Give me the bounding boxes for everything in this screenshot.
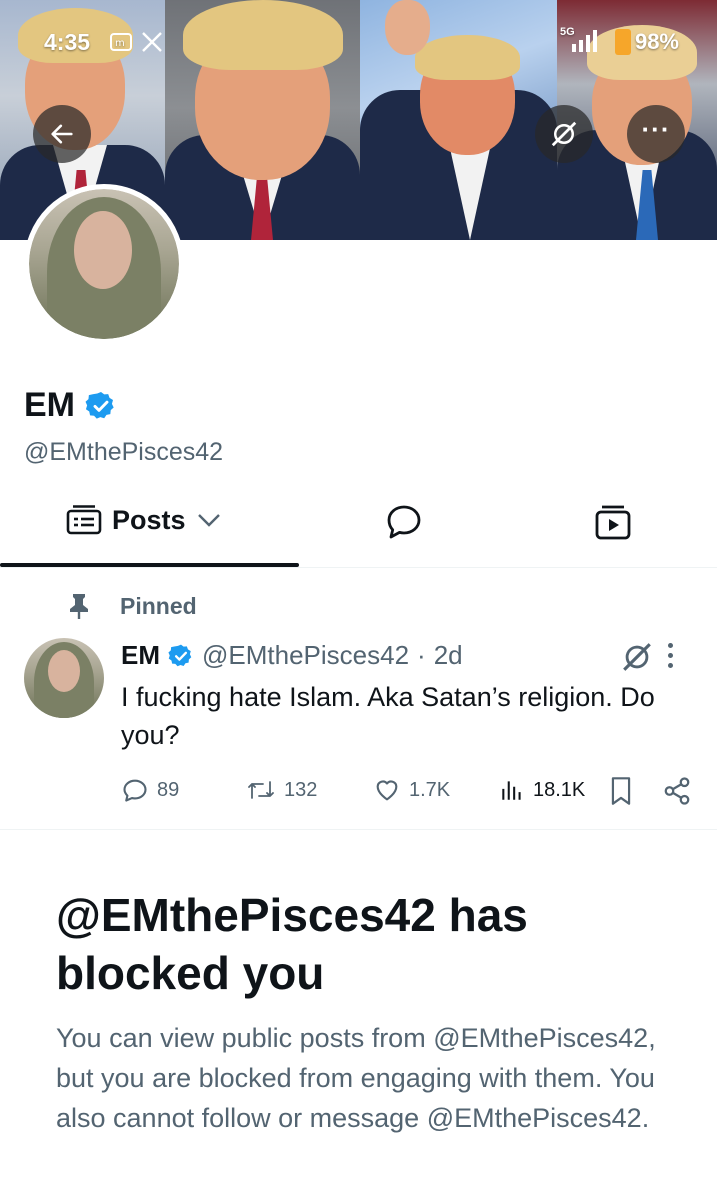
reply-icon	[123, 779, 147, 802]
chevron-down-icon	[197, 514, 220, 527]
grok-icon	[551, 121, 577, 147]
post-author-name[interactable]: EM	[121, 640, 160, 671]
post-separator: ·	[417, 640, 426, 670]
tab-active-indicator	[0, 563, 299, 567]
views-icon	[502, 781, 521, 800]
profile-name-row: EM	[24, 386, 117, 425]
post-grok-button[interactable]	[620, 640, 654, 679]
profile-display-name: EM	[24, 386, 75, 424]
post-more-button[interactable]	[668, 638, 673, 673]
post-timestamp[interactable]: 2d	[434, 640, 463, 671]
grok-icon	[623, 643, 651, 671]
media-tab-icon	[595, 505, 631, 540]
verified-badge-icon[interactable]	[168, 643, 194, 669]
battery-icon	[614, 29, 631, 55]
reply-bubble-icon	[387, 505, 421, 539]
more-options-button[interactable]: ···	[627, 105, 685, 163]
posts-tab-icon	[66, 505, 102, 535]
reply-button[interactable]: 89	[121, 776, 179, 804]
profile-tabs: Posts	[0, 488, 717, 568]
like-count: 1.7K	[409, 778, 451, 801]
tab-replies[interactable]	[384, 502, 424, 547]
like-button[interactable]: 1.7K	[373, 776, 450, 804]
like-icon	[376, 780, 398, 801]
status-time: 4:35	[44, 29, 91, 55]
blocked-description: You can view public posts from @EMthePis…	[56, 1023, 656, 1133]
back-arrow-icon	[51, 124, 73, 144]
post-actions: 89 132 1.7K 18.1K	[121, 776, 696, 810]
more-icon	[668, 643, 673, 668]
post-author-handle[interactable]: @EMthePisces42	[202, 640, 409, 671]
blocked-title: @EMthePisces42 has blocked you	[56, 889, 528, 999]
signal-icon	[572, 30, 597, 52]
tab-posts[interactable]: Posts	[66, 504, 222, 536]
post-divider	[0, 829, 717, 830]
battery-indicator: 98%	[614, 29, 679, 55]
tab-media[interactable]	[594, 502, 632, 547]
post-author-avatar[interactable]	[24, 638, 104, 718]
pinned-indicator: Pinned	[66, 592, 197, 620]
battery-level: 98%	[634, 29, 679, 54]
bookmark-button[interactable]	[609, 776, 633, 806]
repost-icon	[248, 781, 274, 799]
repost-count: 132	[284, 778, 318, 801]
back-button[interactable]	[33, 105, 91, 163]
pin-icon	[70, 594, 88, 619]
profile-handle: @EMthePisces42	[24, 438, 224, 466]
bookmark-icon	[611, 777, 631, 805]
share-icon	[664, 777, 690, 805]
status-bar: 4:35 m 5G 98%	[0, 0, 717, 80]
pinned-label: Pinned	[120, 592, 197, 619]
x-logo-icon	[140, 30, 164, 58]
repost-button[interactable]: 132	[246, 776, 317, 804]
reply-count: 89	[157, 778, 180, 801]
views-button[interactable]: 18.1K	[499, 776, 585, 804]
tab-posts-label: Posts	[112, 504, 186, 535]
verified-badge-icon[interactable]	[85, 390, 117, 422]
status-notification-icon: m	[110, 33, 132, 55]
more-icon: ···	[641, 113, 671, 144]
profile-avatar[interactable]	[24, 184, 184, 344]
svg-text:m: m	[115, 38, 125, 49]
post-text: I fucking hate Islam. Aka Satan’s religi…	[121, 682, 655, 750]
view-count: 18.1K	[533, 778, 586, 801]
share-button[interactable]	[662, 776, 692, 806]
grok-button[interactable]	[535, 105, 593, 163]
post-header: EM @EMthePisces42 · 2d	[121, 640, 463, 671]
